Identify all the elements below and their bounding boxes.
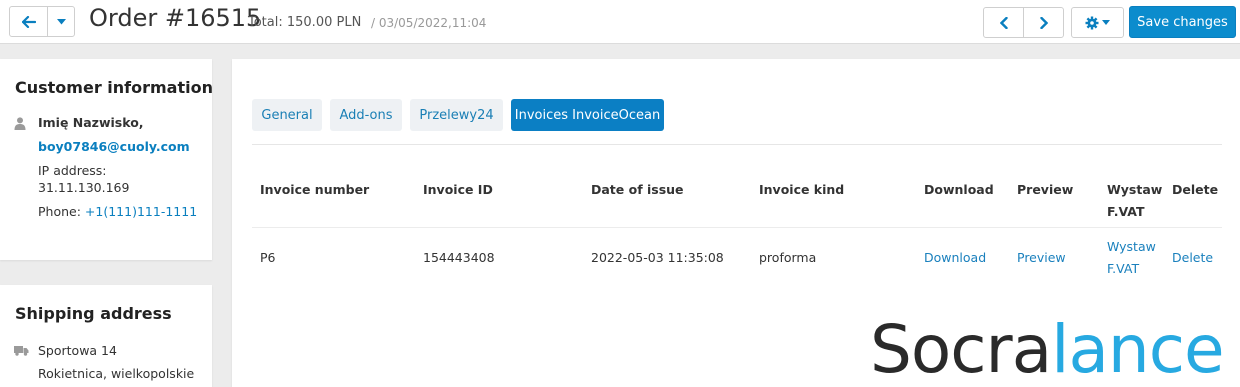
ip-address-label: IP address: — [38, 163, 107, 178]
customer-name: Imię Nazwisko, — [38, 115, 144, 130]
phone-link[interactable]: +1(111)111-1111 — [85, 204, 197, 219]
truck-icon — [14, 346, 29, 356]
chevron-left-icon — [999, 16, 1008, 29]
column-header-date-of-issue: Date of issue — [591, 182, 684, 197]
person-icon — [14, 117, 26, 130]
watermark-part-1: Socra — [870, 311, 1052, 387]
shipping-city: Rokietnica, wielkopolskie — [38, 366, 195, 381]
preview-link[interactable]: Preview — [1017, 247, 1066, 269]
back-dropdown-button[interactable] — [48, 7, 74, 36]
order-total: Total: 150.00 PLN — [248, 15, 362, 30]
column-header-preview: Preview — [1017, 182, 1074, 197]
column-header-invoice-kind: Invoice kind — [759, 182, 845, 197]
wystaw-link-line1: Wystaw — [1107, 239, 1156, 254]
shipping-address-title: Shipping address — [15, 304, 172, 323]
order-date: / 03/05/2022,11:04 — [371, 16, 487, 30]
caret-down-icon — [56, 18, 66, 24]
shipping-address-card: Shipping address Sportowa 14 Rokietnica,… — [0, 285, 212, 387]
tab-przelewy24[interactable]: Przelewy24 — [410, 99, 503, 131]
back-button-group — [9, 6, 75, 37]
page-title: Order #16515 — [89, 4, 262, 32]
column-header-download: Download — [924, 182, 994, 197]
phone-row: Phone: +1(111)111-1111 — [38, 204, 197, 219]
phone-label: Phone: — [38, 204, 81, 219]
socralance-watermark: Socralance — [870, 311, 1225, 387]
arrow-left-icon — [21, 15, 36, 28]
gear-icon — [1085, 16, 1099, 29]
column-header-delete: Delete — [1172, 182, 1219, 197]
wystaw-fvat-link[interactable]: Wystaw F.VAT — [1107, 236, 1156, 280]
cell-date-of-issue: 2022-05-03 11:35:08 — [591, 250, 724, 265]
table-header-divider — [252, 227, 1222, 228]
column-header-invoice-number: Invoice number — [260, 182, 370, 197]
delete-link[interactable]: Delete — [1172, 247, 1213, 269]
tabs-divider — [252, 144, 1222, 145]
ip-address-value: 31.11.130.169 — [38, 180, 130, 195]
caret-down-icon — [1102, 20, 1110, 25]
cell-invoice-kind: proforma — [759, 250, 817, 265]
next-order-button[interactable] — [1024, 8, 1063, 37]
previous-order-button[interactable] — [984, 8, 1024, 37]
watermark-part-2: lance — [1051, 311, 1225, 387]
download-link[interactable]: Download — [924, 247, 986, 269]
wystaw-link-line2: F.VAT — [1107, 261, 1140, 276]
save-changes-button[interactable]: Save changes — [1129, 6, 1236, 38]
customer-information-title: Customer information — [15, 78, 213, 97]
column-header-wystaw-line2: F.VAT — [1107, 204, 1145, 219]
settings-dropdown-button[interactable] — [1071, 7, 1124, 38]
customer-information-card: Customer information Imię Nazwisko, boy0… — [0, 59, 213, 260]
order-pager — [983, 7, 1064, 38]
cell-invoice-number: P6 — [260, 250, 276, 265]
tab-general[interactable]: General — [252, 99, 322, 131]
tab-invoices-invoiceocean[interactable]: Invoices InvoiceOcean — [511, 99, 664, 131]
column-header-wystaw-fvat: Wystaw F.VAT — [1107, 179, 1162, 223]
tab-add-ons[interactable]: Add-ons — [330, 99, 402, 131]
column-header-invoice-id: Invoice ID — [423, 182, 493, 197]
cell-invoice-id: 154443408 — [423, 250, 495, 265]
back-button[interactable] — [10, 7, 49, 36]
chevron-right-icon — [1039, 16, 1048, 29]
shipping-street: Sportowa 14 — [38, 343, 117, 358]
top-toolbar: Order #16515 Total: 150.00 PLN / 03/05/2… — [0, 0, 1240, 44]
customer-email-link[interactable]: boy07846@cuoly.com — [38, 139, 190, 154]
column-header-wystaw-line1: Wystaw — [1107, 182, 1163, 197]
